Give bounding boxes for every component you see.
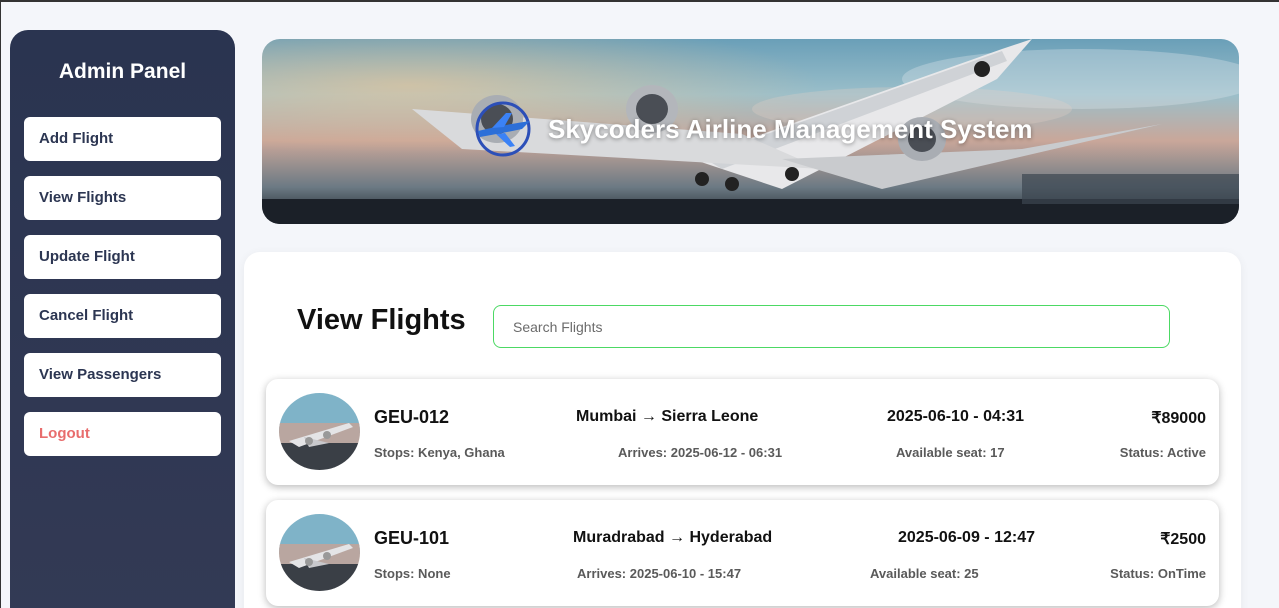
view-passengers-button[interactable]: View Passengers xyxy=(24,353,221,397)
flight-stops: Stops: Kenya, Ghana xyxy=(374,445,505,460)
sidebar-title: Admin Panel xyxy=(58,60,187,83)
flight-route: Mumbai → Sierra Leone xyxy=(576,408,759,425)
add-flight-button[interactable]: Add Flight xyxy=(24,117,221,161)
arrival-time: Arrives: 2025-06-12 - 06:31 xyxy=(618,445,783,460)
header-banner: Skycoders Airline Management System xyxy=(262,39,1239,224)
main-panel: View Flights GEU-012 Mumbai → Sierra Leo… xyxy=(244,252,1241,608)
flight-stops: Stops: None xyxy=(374,566,451,581)
arrival-time: Arrives: 2025-06-10 - 15:47 xyxy=(577,566,742,581)
page-title: View Flights xyxy=(297,304,466,336)
flight-code: GEU-101 xyxy=(374,528,450,548)
available-seats: Available seat: 25 xyxy=(870,566,979,581)
flight-card[interactable]: GEU-012 Mumbai → Sierra Leone 2025-06-10… xyxy=(266,379,1219,485)
flight-status: Status: Active xyxy=(1119,445,1206,460)
flight-price: ₹2500 xyxy=(1160,531,1206,548)
sidebar: Admin Panel Add Flight View Flights Upda… xyxy=(10,30,235,608)
cancel-flight-button[interactable]: Cancel Flight xyxy=(24,294,221,338)
banner-title: Skycoders Airline Management System xyxy=(548,113,1033,144)
logout-button[interactable]: Logout xyxy=(24,412,221,456)
departure-time: 2025-06-09 - 12:47 xyxy=(898,529,1035,546)
banner-title-row: Skycoders Airline Management System xyxy=(472,101,1033,157)
update-flight-button[interactable]: Update Flight xyxy=(24,235,221,279)
flight-thumbnail xyxy=(279,393,360,470)
flight-thumbnail xyxy=(279,514,360,591)
flight-code: GEU-012 xyxy=(374,407,450,427)
flight-route: Muradrabad → Hyderabad xyxy=(573,529,773,546)
airline-logo-icon xyxy=(475,101,531,157)
departure-time: 2025-06-10 - 04:31 xyxy=(887,408,1024,425)
flight-price: ₹89000 xyxy=(1151,410,1206,427)
available-seats: Available seat: 17 xyxy=(896,445,1005,460)
view-flights-button[interactable]: View Flights xyxy=(24,176,221,220)
flight-status: Status: OnTime xyxy=(1110,566,1206,581)
flight-card[interactable]: GEU-101 Muradrabad → Hyderabad 2025-06-0… xyxy=(266,500,1219,606)
search-input[interactable] xyxy=(493,305,1170,348)
